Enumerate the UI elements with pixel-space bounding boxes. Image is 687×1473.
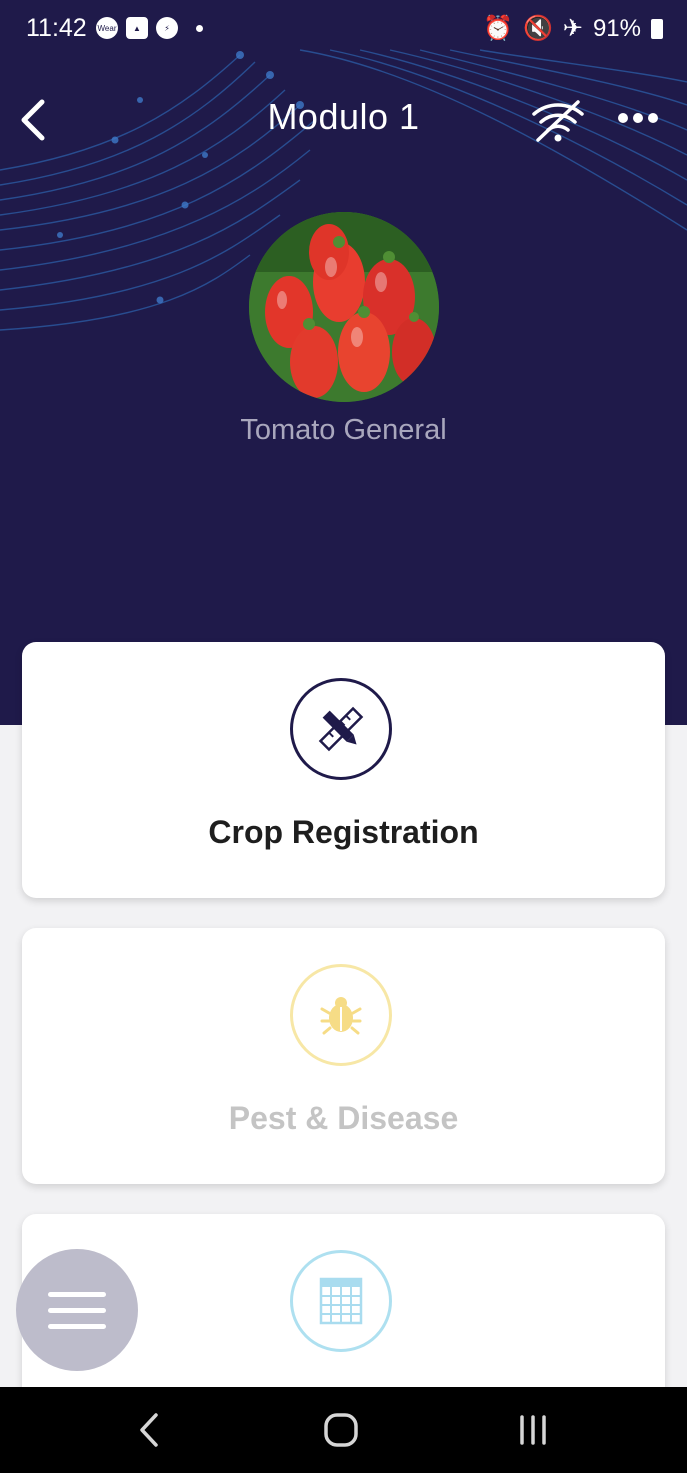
crop-registration-card[interactable]: Crop Registration: [22, 642, 665, 898]
more-horizontal-icon[interactable]: [616, 106, 660, 130]
calendar-grid-icon: [319, 1277, 363, 1325]
crop-registration-icon-circle: [290, 678, 392, 780]
header-background: 11:42 Wear ▲ ⚡ ⏰ 🔇 ✈ 91% Modulo 1 Tomato…: [0, 0, 687, 725]
app-header: Modulo 1: [0, 90, 687, 150]
airplane-icon: ✈: [562, 15, 583, 42]
gallery-icon: ▲: [126, 17, 148, 39]
menu-icon-line: [48, 1291, 106, 1297]
status-time: 11:42: [26, 14, 87, 42]
battery-level: 91%: [592, 14, 641, 42]
menu-icon-line: [48, 1307, 106, 1313]
crop-registration-label: Crop Registration: [208, 814, 479, 850]
messenger-icon: ⚡: [156, 17, 178, 39]
recents-nav-icon[interactable]: [503, 1405, 563, 1455]
battery-icon: [651, 18, 663, 39]
wifi-off-icon[interactable]: [530, 98, 586, 144]
menu-fab-button[interactable]: [16, 1249, 138, 1371]
crop-name: Tomato General: [240, 414, 447, 446]
pest-disease-card[interactable]: Pest & Disease: [22, 928, 665, 1184]
pencil-ruler-icon: [318, 706, 364, 752]
back-nav-icon[interactable]: [118, 1405, 178, 1455]
home-nav-icon[interactable]: [311, 1405, 371, 1455]
calendar-icon-circle: [290, 1250, 392, 1352]
status-bar: 11:42 Wear ▲ ⚡ ⏰ 🔇 ✈ 91%: [0, 0, 687, 60]
pest-disease-icon-circle: [290, 964, 392, 1066]
tomato-photo: [249, 212, 439, 402]
mute-icon: 🔇: [522, 15, 553, 42]
menu-icon-line: [48, 1323, 106, 1329]
alarm-icon: ⏰: [483, 15, 513, 42]
notification-dot: [196, 24, 203, 32]
pest-disease-label: Pest & Disease: [228, 1100, 459, 1136]
crop-image: [249, 212, 439, 402]
bug-icon: [320, 997, 362, 1035]
wear-icon: Wear: [96, 17, 118, 39]
system-navigation-bar: [0, 1387, 687, 1473]
